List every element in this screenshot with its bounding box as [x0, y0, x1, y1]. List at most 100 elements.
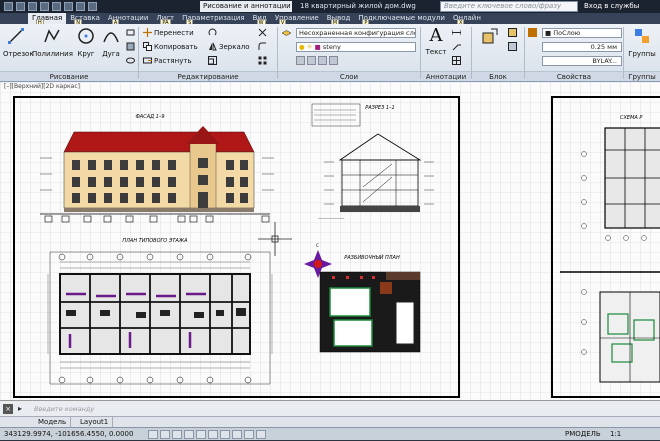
linetype-dropdown[interactable]: BYLAY...: [542, 56, 622, 66]
undo-icon[interactable]: [76, 2, 85, 11]
create-block-tool[interactable]: [508, 28, 517, 37]
annotation-scale[interactable]: 1:1: [610, 428, 621, 441]
app-menu-icon[interactable]: [4, 2, 13, 11]
color-dropdown[interactable]: ■ ПоСлою: [542, 28, 622, 38]
text-button[interactable]: A Текст: [423, 27, 449, 56]
layer-off-icon[interactable]: [296, 56, 305, 65]
osnap-icon[interactable]: [196, 430, 206, 439]
ortho-icon[interactable]: [172, 430, 182, 439]
scale-button[interactable]: [208, 56, 217, 65]
tab-annotate[interactable]: АннотацииA: [104, 13, 152, 24]
drawing-canvas[interactable]: ФАСАД 1–9 РАЗРЕЗ 1–1: [0, 82, 660, 400]
panel-properties-label[interactable]: Свойства: [525, 71, 623, 81]
plan-title: ПЛАН ТИПОВОГО ЭТАЖА: [122, 238, 188, 244]
ellipse-tool[interactable]: [126, 56, 135, 65]
dimension-tool[interactable]: [452, 28, 461, 37]
scale-icon: [208, 56, 217, 65]
svg-text:С: С: [316, 243, 319, 248]
model-space-button[interactable]: РМОДЕЛЬ: [565, 428, 601, 441]
panel-modify-label[interactable]: Редактирование: [139, 71, 277, 81]
polar-icon[interactable]: [184, 430, 194, 439]
help-search-input[interactable]: Введите ключевое слово/фразу: [440, 1, 578, 12]
lightbulb-icon: ●: [299, 43, 305, 51]
panel-groups-label[interactable]: Группы: [624, 71, 660, 81]
command-input[interactable]: Введите команду: [34, 404, 514, 414]
group-icon: [633, 27, 651, 45]
snap-icon[interactable]: [148, 430, 158, 439]
arc-button[interactable]: Дуга: [100, 27, 122, 58]
tab-plugins[interactable]: Подключаемые модулиP: [354, 13, 449, 24]
layer-dropdown[interactable]: ● ☼ ■ steny: [296, 42, 416, 52]
rect-tool[interactable]: [126, 28, 135, 37]
trim-button[interactable]: [258, 28, 267, 37]
ribbon-tabs: ГлавнаяH ВставкаN АннотацииA ЛистPA Пара…: [0, 13, 660, 24]
layer-freeze-icon[interactable]: [318, 56, 327, 65]
move-button[interactable]: Перенести: [143, 28, 194, 37]
stretch-icon: [143, 56, 152, 65]
tab-parametric[interactable]: ПараметризацияS: [178, 13, 248, 24]
tab-insert[interactable]: ВставкаN: [66, 13, 104, 24]
polyline-icon: [43, 27, 61, 45]
workspace-dropdown[interactable]: Рисование и аннотации: [200, 1, 292, 12]
login-button[interactable]: Вход в службы: [584, 0, 639, 13]
group-button[interactable]: Группы: [626, 27, 658, 58]
leader-tool[interactable]: [452, 42, 461, 51]
table-tool[interactable]: [452, 56, 461, 65]
save-icon[interactable]: [40, 2, 49, 11]
rotate-button[interactable]: [208, 28, 217, 37]
close-icon[interactable]: ×: [3, 404, 13, 414]
panel-block-label[interactable]: Блок: [472, 71, 524, 81]
detail-title: РАЗБИВОЧНЫЙ ПЛАН: [344, 254, 400, 261]
circle-button[interactable]: Круг: [75, 27, 97, 58]
rotate-icon: [208, 28, 217, 37]
panel-draw-label[interactable]: Рисование: [0, 71, 138, 81]
tab-home[interactable]: ГлавнаяH: [28, 13, 66, 24]
grid-icon[interactable]: [160, 430, 170, 439]
layer-properties-button[interactable]: [282, 28, 291, 37]
new-icon[interactable]: [16, 2, 25, 11]
saveas-icon[interactable]: [52, 2, 61, 11]
hatch-tool[interactable]: [126, 42, 135, 51]
tab-manage[interactable]: УправлениеV: [271, 13, 323, 24]
layer-lock-icon[interactable]: [329, 56, 338, 65]
scheme-title: СХЕМА Р: [620, 115, 642, 121]
polyline-button[interactable]: Полилиния: [32, 27, 72, 58]
layer-state-dropdown[interactable]: Несохраненная конфигурация сло: [296, 28, 416, 38]
command-arrow-icon[interactable]: ▸: [18, 404, 28, 414]
lineweight-dropdown[interactable]: 0.25 мм: [542, 42, 622, 52]
match-properties-button[interactable]: [528, 28, 537, 37]
redo-icon[interactable]: [88, 2, 97, 11]
quick-access-toolbar: [0, 0, 200, 13]
tab-view[interactable]: ВидW: [249, 13, 271, 24]
edit-block-tool[interactable]: [508, 42, 517, 51]
move-icon: [143, 28, 152, 37]
stretch-button[interactable]: Растянуть: [143, 56, 192, 65]
arc-icon: [102, 27, 120, 45]
insert-block-button[interactable]: [475, 27, 505, 50]
print-icon[interactable]: [64, 2, 73, 11]
layer-isolate-icon[interactable]: [307, 56, 316, 65]
ducs-icon[interactable]: [220, 430, 230, 439]
otrack-icon[interactable]: [208, 430, 218, 439]
panel-annotation-label[interactable]: Аннотации: [421, 71, 471, 81]
open-icon[interactable]: [28, 2, 37, 11]
tab-output[interactable]: ВыводM: [323, 13, 355, 24]
tab-layout[interactable]: ЛистPA: [152, 13, 178, 24]
array-button[interactable]: [258, 56, 267, 65]
fillet-button[interactable]: [258, 42, 267, 51]
facade-title: ФАСАД 1–9: [136, 114, 165, 120]
transparency-icon[interactable]: [256, 430, 266, 439]
viewport-controls[interactable]: [–][Верхний][2D каркас]: [4, 83, 80, 90]
dyn-icon[interactable]: [232, 430, 242, 439]
copy-button[interactable]: Копировать: [143, 42, 198, 51]
color-swatch-icon: ■: [315, 43, 321, 51]
panel-layers-label[interactable]: Слои: [278, 71, 420, 81]
lineweight-icon[interactable]: [244, 430, 254, 439]
line-button[interactable]: Отрезок: [3, 27, 29, 58]
mirror-button[interactable]: Зеркало: [208, 42, 250, 51]
insert-block-icon: [481, 27, 499, 45]
tab-online[interactable]: ОнлайнX: [449, 13, 485, 24]
mirror-icon: [208, 42, 217, 51]
array-icon: [258, 56, 267, 65]
dimension-icon: [452, 28, 461, 37]
